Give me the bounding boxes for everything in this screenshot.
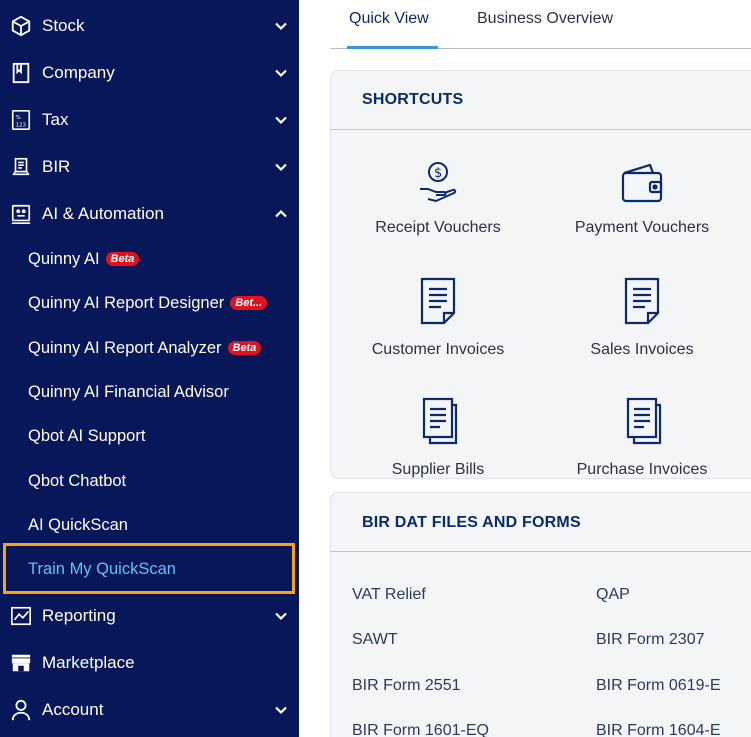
chevron-down-icon: [275, 612, 287, 621]
invoice-icon: [624, 277, 660, 325]
beta-badge: Beta: [105, 251, 140, 266]
sidebar-item-label: Marketplace: [42, 653, 135, 672]
chevron-up-icon: [275, 209, 287, 218]
sidebar-subitem-qbot-chatbot[interactable]: Qbot Chatbot: [0, 461, 299, 501]
sidebar-item-company[interactable]: Company: [0, 51, 299, 95]
chevron-down-icon: [275, 706, 287, 715]
sidebar-subitem-label: Quinny AI Financial Advisor: [28, 382, 229, 401]
card-header: SHORTCUTS: [331, 71, 751, 130]
bir-link-form-2551[interactable]: BIR Form 2551: [352, 677, 460, 695]
sidebar-subitem-label: Train My QuickScan: [28, 559, 176, 578]
card-title: BIR DAT FILES AND FORMS: [362, 514, 581, 531]
shortcut-payment-vouchers[interactable]: Payment Vouchers: [542, 159, 742, 239]
user-icon: [10, 699, 32, 721]
shortcut-label: Sales Invoices: [590, 341, 694, 358]
shortcut-customer-invoices[interactable]: Customer Invoices: [338, 277, 538, 361]
sidebar-subitem-qbot-ai-support[interactable]: Qbot AI Support: [0, 416, 299, 456]
svg-text:123: 123: [16, 122, 27, 128]
card-title: SHORTCUTS: [362, 91, 464, 108]
sidebar-subitem-quinny-ai-report-analyzer[interactable]: Quinny AI Report Analyzer Beta: [0, 328, 299, 368]
active-tab-indicator: [347, 46, 438, 49]
shortcut-label: Supplier Bills: [391, 461, 485, 478]
shortcut-label: Purchase Invoices: [576, 461, 708, 478]
sidebar-subitem-label: Quinny AI: [28, 249, 100, 268]
beta-badge: Beta: [227, 340, 262, 355]
sidebar-item-stock[interactable]: Stock: [0, 4, 299, 48]
chevron-down-icon: [275, 22, 287, 31]
sidebar: Stock Company % 123 Tax BIR AI & Automati…: [0, 0, 299, 737]
tab-bar: Quick View Business Overview: [330, 0, 751, 49]
robot-icon: [10, 203, 32, 225]
shortcut-label: Payment Vouchers: [574, 219, 710, 236]
tab-quick-view[interactable]: Quick View: [349, 10, 429, 28]
svg-text:$: $: [434, 166, 442, 181]
bills-icon: [422, 397, 458, 445]
sidebar-subitem-train-my-quickscan[interactable]: Train My QuickScan: [0, 549, 299, 589]
shortcut-supplier-bills[interactable]: Supplier Bills: [338, 397, 538, 481]
hand-coin-icon: $: [420, 162, 457, 203]
chevron-down-icon: [275, 163, 287, 172]
tab-business-overview[interactable]: Business Overview: [477, 10, 613, 28]
card-header: BIR DAT FILES AND FORMS: [331, 493, 751, 552]
bir-link-qap[interactable]: QAP: [596, 586, 630, 604]
bir-link-form-0619e[interactable]: BIR Form 0619-E: [596, 677, 720, 695]
main-content: Quick View Business Overview SHORTCUTS $…: [299, 0, 751, 737]
bir-link-vat-relief[interactable]: VAT Relief: [352, 586, 426, 604]
sidebar-item-label: Company: [42, 63, 115, 82]
sidebar-subitem-label: AI QuickScan: [28, 515, 128, 534]
box-icon: [10, 15, 32, 37]
shortcut-sales-invoices[interactable]: Sales Invoices: [542, 277, 742, 361]
shortcut-label: Receipt Vouchers: [375, 219, 501, 236]
bir-link-form-2307[interactable]: BIR Form 2307: [596, 631, 704, 649]
sidebar-subitem-label: Quinny AI Report Analyzer: [28, 338, 222, 357]
shortcut-purchase-invoices[interactable]: Purchase Invoices: [542, 397, 742, 481]
calculator-icon: % 123: [10, 109, 32, 131]
shortcut-receipt-vouchers[interactable]: $ Receipt Vouchers: [338, 159, 538, 239]
bir-link-form-1601eq[interactable]: BIR Form 1601-EQ: [352, 722, 489, 737]
sidebar-item-bir[interactable]: BIR: [0, 145, 299, 189]
sidebar-item-label: BIR: [42, 157, 71, 176]
invoice-icon: [420, 277, 456, 325]
sidebar-item-label: Stock: [42, 16, 85, 35]
svg-text:%: %: [16, 115, 21, 121]
chevron-down-icon: [275, 69, 287, 78]
sidebar-item-reporting[interactable]: Reporting: [0, 594, 299, 638]
sidebar-subitem-quinny-ai[interactable]: Quinny AI Beta: [0, 239, 299, 279]
bills-icon: [626, 397, 662, 445]
sidebar-subitem-label: Qbot AI Support: [28, 426, 146, 445]
sidebar-item-ai-automation[interactable]: AI & Automation: [0, 192, 299, 236]
document-stack-icon: [10, 156, 32, 178]
chevron-down-icon: [275, 116, 287, 125]
sidebar-subitem-quinny-ai-report-designer[interactable]: Quinny AI Report Designer Bet...: [0, 283, 299, 323]
shortcut-label: Customer Invoices: [371, 341, 505, 358]
bir-link-sawt[interactable]: SAWT: [352, 631, 398, 649]
bir-card: BIR DAT FILES AND FORMS VAT Relief QAP S…: [330, 492, 751, 737]
bir-link-form-1604e[interactable]: BIR Form 1604-E: [596, 722, 720, 737]
sidebar-item-marketplace[interactable]: Marketplace: [0, 641, 299, 685]
sidebar-subitem-ai-quickscan[interactable]: AI QuickScan: [0, 505, 299, 545]
beta-badge: Bet...: [230, 295, 268, 310]
sidebar-item-label: Tax: [42, 110, 69, 129]
sidebar-item-label: AI & Automation: [42, 204, 164, 223]
wallet-icon: [621, 163, 663, 203]
sidebar-subitem-label: Quinny AI Report Designer: [28, 293, 225, 312]
sidebar-item-tax[interactable]: % 123 Tax: [0, 98, 299, 142]
shortcuts-card: SHORTCUTS $ Receipt Vouchers Payment Vou…: [330, 70, 751, 479]
sidebar-item-account[interactable]: Account: [0, 688, 299, 732]
sidebar-item-label: Account: [42, 700, 104, 719]
store-icon: [10, 652, 32, 674]
chart-icon: [10, 605, 32, 627]
sidebar-subitem-quinny-ai-financial-advisor[interactable]: Quinny AI Financial Advisor: [0, 372, 299, 412]
sidebar-subitem-label: Qbot Chatbot: [28, 471, 127, 490]
sidebar-item-label: Reporting: [42, 606, 116, 625]
book-icon: [10, 62, 32, 84]
